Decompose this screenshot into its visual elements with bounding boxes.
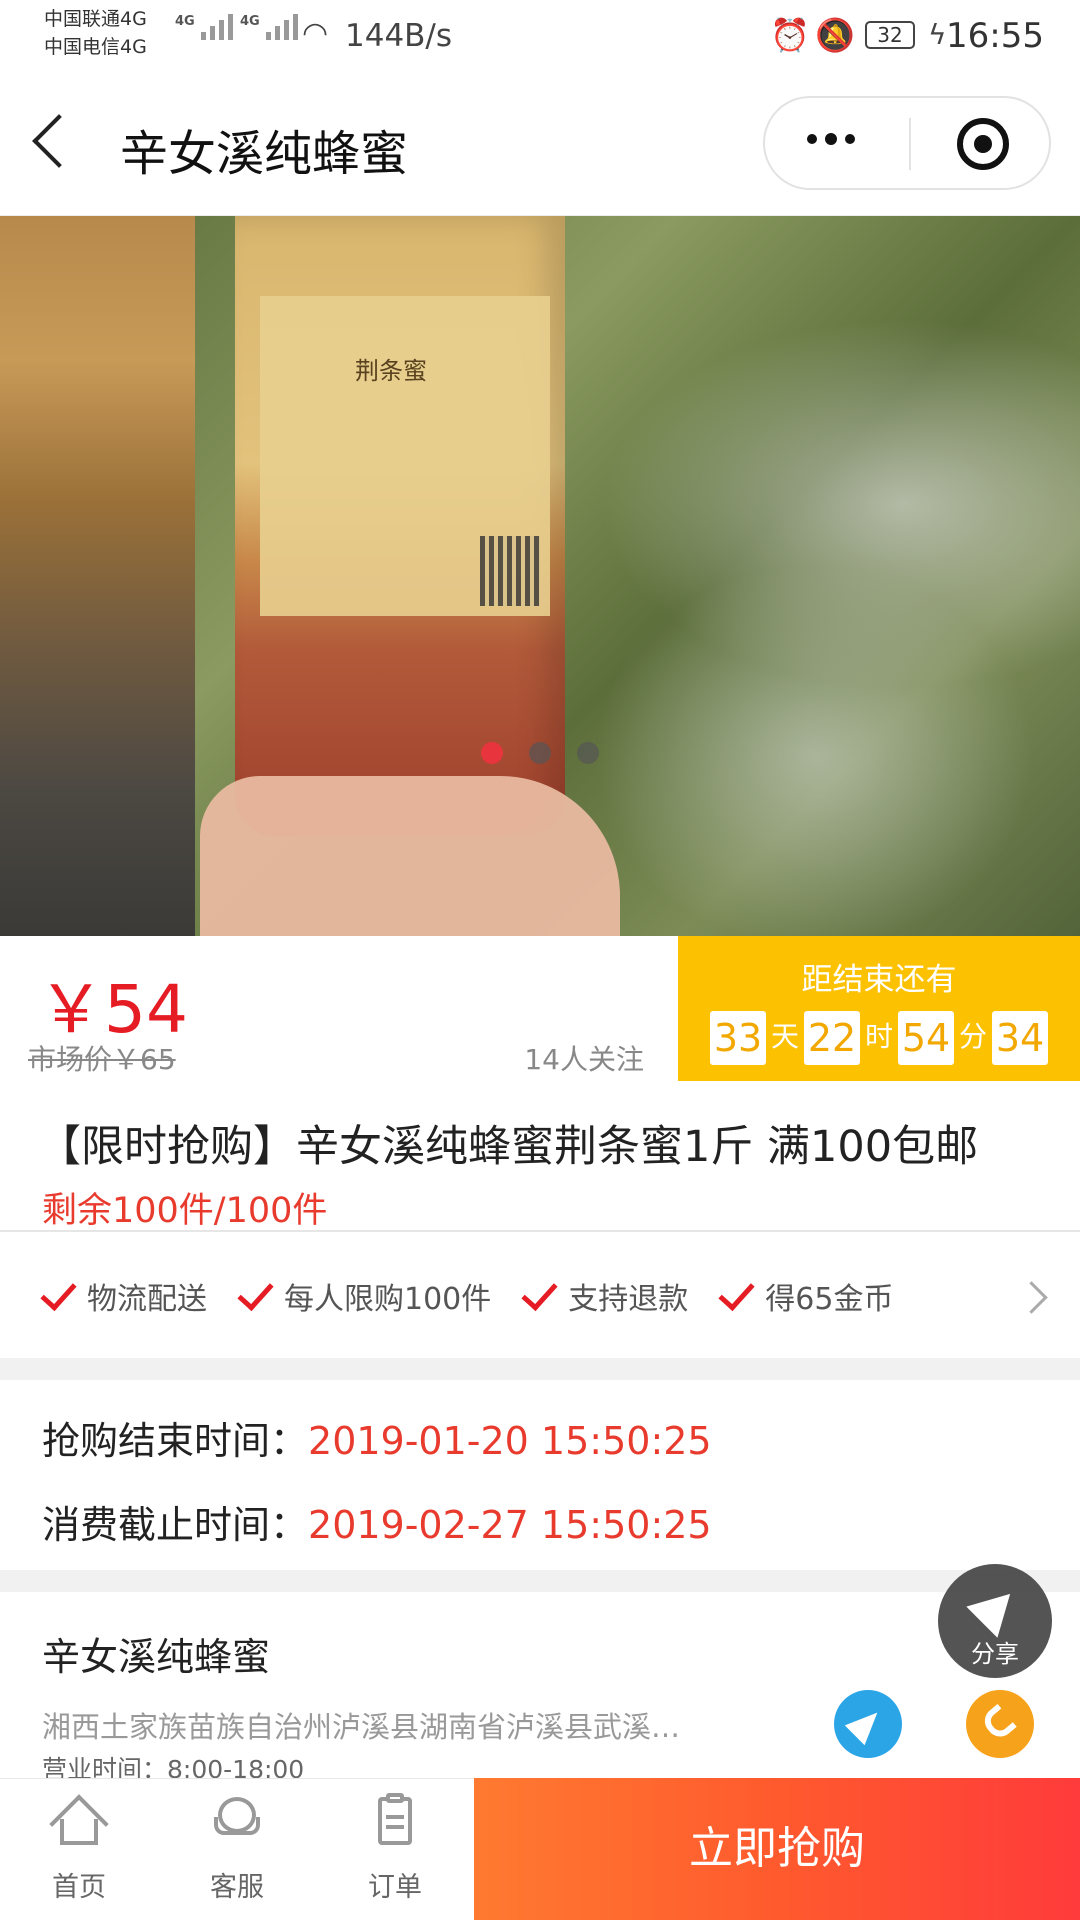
clipboard-icon [368,1793,422,1847]
carrier-2: 中国电信4G [44,36,147,58]
section-gap [0,1358,1080,1380]
buy-now-button[interactable]: 立即抢购 [474,1778,1080,1920]
bottle-label-title: 荆条蜜 [355,357,427,385]
battery-icon: 32 [865,21,915,49]
navigation-icon [844,1702,888,1746]
call-button[interactable] [966,1690,1034,1758]
shop-name: 辛女溪纯蜂蜜 [42,1635,271,1679]
buy-now-label: 立即抢购 [689,1823,865,1874]
qr-code-image [480,536,540,606]
check-icon [521,1273,558,1311]
end-time-label: 抢购结束时间： [42,1419,309,1463]
more-icon[interactable] [807,133,855,145]
share-button[interactable]: 分享 [938,1564,1052,1678]
service-features[interactable]: 物流配送 每人限购100件 支持退款 得65金币 [38,1273,921,1318]
product-title: 【限时抢购】辛女溪纯蜂蜜荆条蜜1斤 满100包邮 [38,1122,979,1172]
countdown-timer: 33 天 22 时 54 分 34 [710,1011,1048,1065]
status-bar: 中国联通4G 中国电信4G 4G 4G ◠ 144B/s ⏰ 🔕 32 ϟ 16… [0,0,1080,78]
alarm-icon: ⏰ [770,16,810,54]
feature-logistics: 物流配送 [38,1273,207,1318]
hours-unit: 时 [864,1020,893,1053]
tab-home[interactable]: 首页 [24,1793,134,1904]
paper-plane-icon [966,1578,1026,1638]
banner-slide-prev [0,216,195,936]
chevron-right-icon[interactable] [1015,1281,1048,1314]
tab-service[interactable]: 客服 [182,1793,292,1904]
home-icon [49,1793,109,1854]
check-icon [40,1273,77,1311]
countdown-panel: 距结束还有 33 天 22 时 54 分 34 [678,936,1080,1081]
banner-indicator-3[interactable] [577,742,599,764]
countdown-hours: 22 [804,1011,860,1065]
purchase-end-time: 抢购结束时间：2019-01-20 15:50:25 [42,1410,712,1465]
divider [0,1230,1080,1232]
nav-bar: 辛女溪纯蜂蜜 [0,78,1080,216]
headset-icon [210,1793,264,1847]
feature-label: 支持退款 [568,1282,689,1317]
network-speed: 144B/s [345,18,453,54]
banner-indicator-1[interactable] [481,742,503,764]
end-time-value: 2019-01-20 15:50:25 [308,1419,712,1463]
mute-icon: 🔕 [815,16,855,54]
stock-remaining: 剩余100件/100件 [42,1191,328,1231]
signal-icon-2: 4G [240,14,298,40]
price-section: ￥54 市场价￥65 14人关注 [0,936,678,1081]
tab-orders-label: 订单 [368,1872,422,1903]
signal-icon-1: 4G [175,14,233,40]
check-icon [237,1273,274,1311]
market-price: 市场价￥65 [28,1043,176,1076]
deadline-value: 2019-02-27 15:50:25 [308,1503,712,1547]
feature-label: 得65金币 [765,1282,894,1317]
feature-label: 每人限购100件 [284,1282,492,1317]
share-label: 分享 [971,1640,1019,1668]
feature-purchase-limit: 每人限购100件 [235,1273,492,1318]
shop-address: 湘西土家族苗族自治州泸溪县湖南省泸溪县武溪… [42,1710,681,1744]
minutes-unit: 分 [958,1020,987,1053]
feature-refund: 支持退款 [519,1273,689,1318]
capsule-divider [909,118,911,170]
feature-label: 物流配送 [87,1282,207,1317]
feature-coins: 得65金币 [716,1273,894,1318]
wifi-icon: ◠ [302,16,329,51]
countdown-seconds: 34 [992,1011,1048,1065]
product-banner[interactable]: 荆条蜜 [0,216,1080,936]
navigate-button[interactable] [834,1690,902,1758]
section-gap [0,1570,1080,1592]
mini-program-capsule [763,96,1051,190]
phone-icon [979,1703,1017,1743]
close-target-icon[interactable] [957,118,1009,170]
page-title: 辛女溪纯蜂蜜 [120,126,409,182]
consume-deadline: 消费截止时间：2019-02-27 15:50:25 [42,1494,712,1549]
carrier-1: 中国联通4G [44,8,147,30]
countdown-days: 33 [710,1011,766,1065]
banner-indicator-2[interactable] [529,742,551,764]
follower-count: 14人关注 [524,1043,644,1076]
tab-home-label: 首页 [52,1872,106,1903]
days-unit: 天 [770,1020,799,1053]
countdown-minutes: 54 [898,1011,954,1065]
tab-orders[interactable]: 订单 [340,1793,450,1904]
tab-service-label: 客服 [210,1872,264,1903]
back-icon[interactable] [32,114,86,168]
bottom-tab-bar: 首页 客服 订单 [0,1778,474,1921]
countdown-title: 距结束还有 [801,962,957,998]
hand-image [200,776,620,936]
clock: 16:55 [946,16,1044,56]
check-icon [718,1273,755,1311]
deadline-label: 消费截止时间： [42,1503,309,1547]
charging-icon: ϟ [928,18,947,51]
